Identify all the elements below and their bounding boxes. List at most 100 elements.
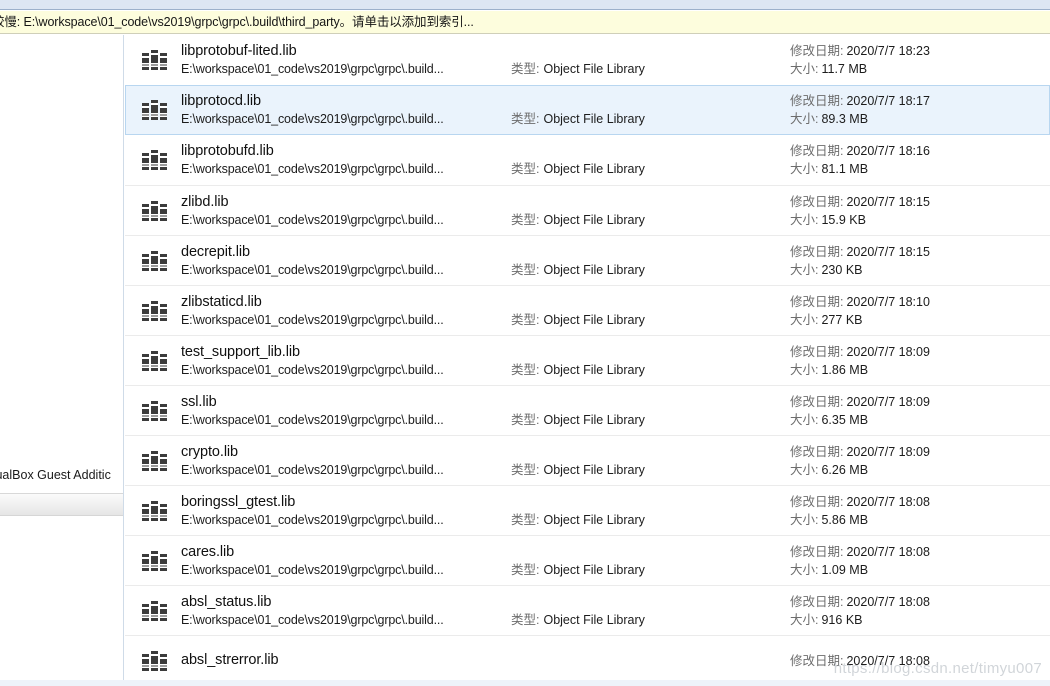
file-subline: E:\workspace\01_code\vs2019\grpc\grpc\.b… bbox=[181, 362, 780, 379]
file-meta-column: 修改日期: 2020/7/7 18:08 大小: 5.86 MB bbox=[780, 493, 1050, 529]
file-path: E:\workspace\01_code\vs2019\grpc\grpc\.b… bbox=[181, 112, 444, 126]
file-size-line: 大小: 11.7 MB bbox=[790, 60, 1050, 78]
file-size-label: 大小: bbox=[790, 612, 819, 627]
file-modified-label: 修改日期: bbox=[790, 444, 844, 459]
file-name: zlibd.lib bbox=[181, 193, 229, 210]
file-modified-value: 2020/7/7 18:08 bbox=[846, 594, 930, 609]
file-modified-line: 修改日期: 2020/7/7 18:16 bbox=[790, 142, 1050, 160]
file-row[interactable]: crypto.lib E:\workspace\01_code\vs2019\gr… bbox=[125, 435, 1050, 485]
object-file-library-icon bbox=[141, 649, 169, 673]
file-path: E:\workspace\01_code\vs2019\grpc\grpc\.b… bbox=[181, 512, 444, 527]
file-row[interactable]: zlibd.lib E:\workspace\01_code\vs2019\grp… bbox=[125, 185, 1050, 235]
file-modified-line: 修改日期: 2020/7/7 18:08 bbox=[790, 493, 1050, 511]
file-modified-label: 修改日期: bbox=[790, 544, 844, 559]
file-row[interactable]: ssl.lib E:\workspace\01_code\vs2019\grpc\… bbox=[125, 385, 1050, 435]
file-size-value: 89.3 MB bbox=[821, 112, 869, 126]
file-row[interactable]: boringssl_gtest.lib E:\workspace\01_code\… bbox=[125, 485, 1050, 535]
file-meta-column: 修改日期: 2020/7/7 18:23 大小: 11.7 MB bbox=[780, 42, 1050, 78]
file-primary-column: ssl.lib E:\workspace\01_code\vs2019\grpc\… bbox=[181, 393, 780, 429]
file-type-value: Object File Library bbox=[543, 312, 645, 327]
file-modified-value: 2020/7/7 18:16 bbox=[846, 144, 930, 158]
navigation-pane: tualBox Guest Additic bbox=[0, 35, 124, 686]
file-modified-line: 修改日期: 2020/7/7 18:09 bbox=[790, 393, 1050, 411]
file-row[interactable]: test_support_lib.lib E:\workspace\01_code… bbox=[125, 335, 1050, 385]
file-modified-value: 2020/7/7 18:09 bbox=[846, 394, 930, 409]
file-name: crypto.lib bbox=[181, 443, 239, 460]
file-size-value: 5.86 MB bbox=[821, 512, 869, 527]
file-type-value: Object File Library bbox=[543, 212, 645, 227]
file-list[interactable]: libprotobuf-lited.lib E:\workspace\01_cod… bbox=[125, 35, 1050, 686]
file-size-line: 大小: 15.9 KB bbox=[790, 211, 1050, 229]
file-subline: E:\workspace\01_code\vs2019\grpc\grpc\.b… bbox=[181, 512, 780, 529]
file-row[interactable]: cares.lib E:\workspace\01_code\vs2019\grp… bbox=[125, 535, 1050, 585]
file-modified-label: 修改日期: bbox=[790, 244, 844, 259]
file-size-value: 230 KB bbox=[821, 262, 863, 277]
file-size-label: 大小: bbox=[790, 462, 819, 477]
file-name: libprotocd.lib bbox=[181, 93, 262, 109]
file-meta-column: 修改日期: 2020/7/7 18:10 大小: 277 KB bbox=[780, 293, 1050, 329]
file-row[interactable]: libprotobuf-lited.lib E:\workspace\01_cod… bbox=[125, 35, 1050, 85]
file-size-label: 大小: bbox=[790, 112, 819, 126]
file-row[interactable]: absl_status.lib E:\workspace\01_code\vs20… bbox=[125, 585, 1050, 635]
file-name: boringssl_gtest.lib bbox=[181, 493, 296, 510]
file-size-label: 大小: bbox=[790, 512, 819, 527]
file-subline: E:\workspace\01_code\vs2019\grpc\grpc\.b… bbox=[181, 262, 780, 279]
file-type-value: Object File Library bbox=[543, 562, 645, 577]
file-meta-column: 修改日期: 2020/7/7 18:08 大小: 1.09 MB bbox=[780, 543, 1050, 579]
file-modified-line: 修改日期: 2020/7/7 18:08 bbox=[790, 652, 1050, 670]
file-modified-line: 修改日期: 2020/7/7 18:23 bbox=[790, 42, 1050, 60]
file-subline: E:\workspace\01_code\vs2019\grpc\grpc\.b… bbox=[181, 312, 780, 329]
file-size-value: 81.1 MB bbox=[821, 162, 869, 176]
file-subline: E:\workspace\01_code\vs2019\grpc\grpc\.b… bbox=[181, 462, 780, 479]
indexing-notice-bar[interactable]: 较慢: E:\workspace\01_code\vs2019\grpc\grp… bbox=[0, 11, 1050, 34]
file-name: absl_strerror.lib bbox=[181, 652, 279, 668]
file-size-label: 大小: bbox=[790, 412, 819, 427]
file-size-value: 11.7 MB bbox=[821, 62, 868, 76]
file-type-label: 类型: bbox=[511, 112, 540, 126]
navigation-pane-item-virtualbox-guest-additions[interactable]: tualBox Guest Additic bbox=[0, 467, 123, 483]
file-subline: E:\workspace\01_code\vs2019\grpc\grpc\.b… bbox=[181, 212, 780, 229]
file-size-line: 大小: 916 KB bbox=[790, 611, 1050, 629]
file-size-line: 大小: 81.1 MB bbox=[790, 160, 1050, 178]
file-subline: E:\workspace\01_code\vs2019\grpc\grpc\.b… bbox=[181, 412, 780, 429]
file-size-line: 大小: 6.26 MB bbox=[790, 461, 1050, 479]
file-modified-value: 2020/7/7 18:17 bbox=[846, 94, 930, 108]
file-row[interactable]: libprotocd.lib E:\workspace\01_code\vs201… bbox=[125, 85, 1050, 135]
file-subline: E:\workspace\01_code\vs2019\grpc\grpc\.b… bbox=[181, 161, 780, 178]
file-type-value: Object File Library bbox=[543, 112, 645, 126]
window-top-strip bbox=[0, 0, 1050, 10]
file-path: E:\workspace\01_code\vs2019\grpc\grpc\.b… bbox=[181, 212, 444, 227]
file-size-line: 大小: 6.35 MB bbox=[790, 411, 1050, 429]
object-file-library-icon bbox=[141, 199, 169, 223]
file-modified-line: 修改日期: 2020/7/7 18:09 bbox=[790, 343, 1050, 361]
file-modified-label: 修改日期: bbox=[790, 394, 844, 409]
file-modified-label: 修改日期: bbox=[790, 44, 844, 58]
file-row[interactable]: absl_strerror.lib 修改日期: 2020/7/7 18:08 bbox=[125, 635, 1050, 685]
file-modified-label: 修改日期: bbox=[790, 144, 844, 158]
file-size-label: 大小: bbox=[790, 562, 819, 577]
object-file-library-icon bbox=[141, 48, 169, 72]
file-size-value: 15.9 KB bbox=[821, 212, 866, 227]
file-size-label: 大小: bbox=[790, 62, 819, 76]
file-type-label: 类型: bbox=[511, 412, 540, 427]
file-primary-column: test_support_lib.lib E:\workspace\01_code… bbox=[181, 343, 780, 379]
file-modified-line: 修改日期: 2020/7/7 18:15 bbox=[790, 243, 1050, 261]
file-primary-column: zlibd.lib E:\workspace\01_code\vs2019\grp… bbox=[181, 193, 780, 229]
file-name: absl_status.lib bbox=[181, 593, 272, 610]
file-row[interactable]: decrepit.lib E:\workspace\01_code\vs2019\… bbox=[125, 235, 1050, 285]
file-modified-value: 2020/7/7 18:08 bbox=[846, 653, 930, 668]
file-size-line: 大小: 1.86 MB bbox=[790, 361, 1050, 379]
file-modified-value: 2020/7/7 18:08 bbox=[846, 544, 930, 559]
file-type-value: Object File Library bbox=[543, 462, 645, 477]
object-file-library-icon bbox=[141, 349, 169, 373]
file-row[interactable]: zlibstaticd.lib E:\workspace\01_code\vs20… bbox=[125, 285, 1050, 335]
file-subline: E:\workspace\01_code\vs2019\grpc\grpc\.b… bbox=[181, 612, 780, 629]
file-primary-column: decrepit.lib E:\workspace\01_code\vs2019\… bbox=[181, 243, 780, 279]
file-name: libprotobufd.lib bbox=[181, 143, 274, 159]
file-row[interactable]: libprotobufd.lib E:\workspace\01_code\vs2… bbox=[125, 135, 1050, 185]
file-size-label: 大小: bbox=[790, 362, 819, 377]
file-meta-column: 修改日期: 2020/7/7 18:09 大小: 6.26 MB bbox=[780, 443, 1050, 479]
file-meta-column: 修改日期: 2020/7/7 18:09 大小: 1.86 MB bbox=[780, 343, 1050, 379]
file-meta-column: 修改日期: 2020/7/7 18:17 大小: 89.3 MB bbox=[780, 92, 1050, 128]
file-type-label: 类型: bbox=[511, 262, 540, 277]
